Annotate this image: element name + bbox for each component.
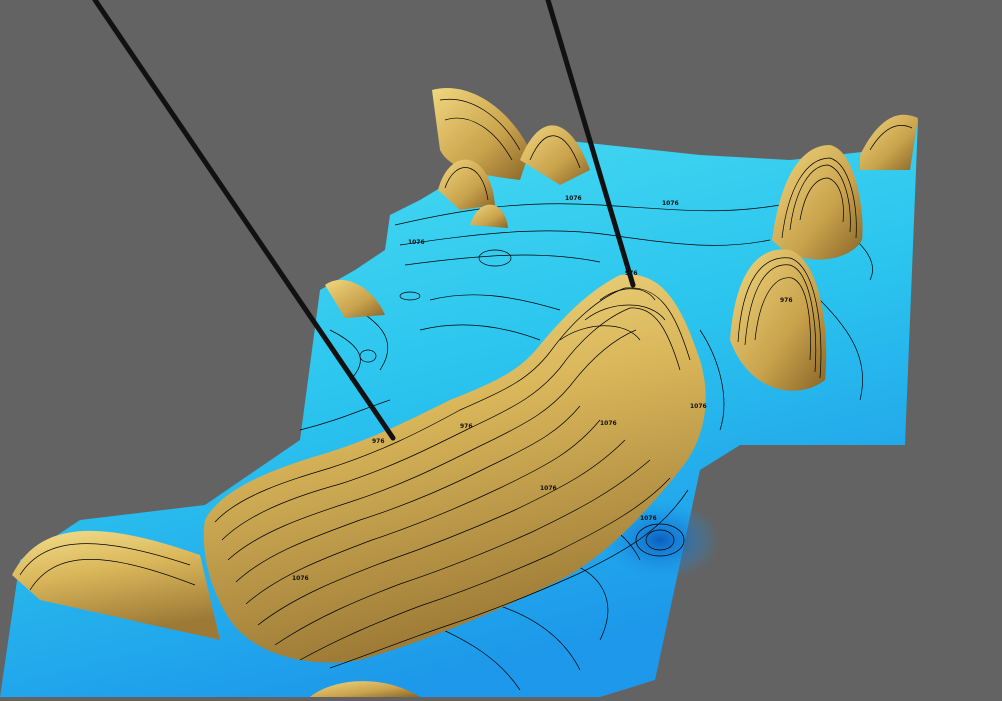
svg-text:1076: 1076 bbox=[565, 195, 582, 202]
svg-text:1076: 1076 bbox=[662, 200, 679, 207]
svg-text:976: 976 bbox=[780, 297, 793, 304]
3d-viewport[interactable]: 976 976 976 976 1076 1076 1076 1076 1076… bbox=[0, 0, 1002, 697]
svg-text:1076: 1076 bbox=[292, 575, 309, 582]
svg-text:1076: 1076 bbox=[540, 485, 557, 492]
svg-text:976: 976 bbox=[372, 438, 385, 445]
svg-text:1076: 1076 bbox=[640, 515, 657, 522]
well-bore-west[interactable] bbox=[92, 0, 396, 441]
svg-text:1076: 1076 bbox=[690, 403, 707, 410]
svg-text:976: 976 bbox=[460, 423, 473, 430]
terrain-render: 976 976 976 976 1076 1076 1076 1076 1076… bbox=[0, 0, 918, 697]
svg-text:1076: 1076 bbox=[408, 239, 425, 246]
svg-text:1076: 1076 bbox=[600, 420, 617, 427]
